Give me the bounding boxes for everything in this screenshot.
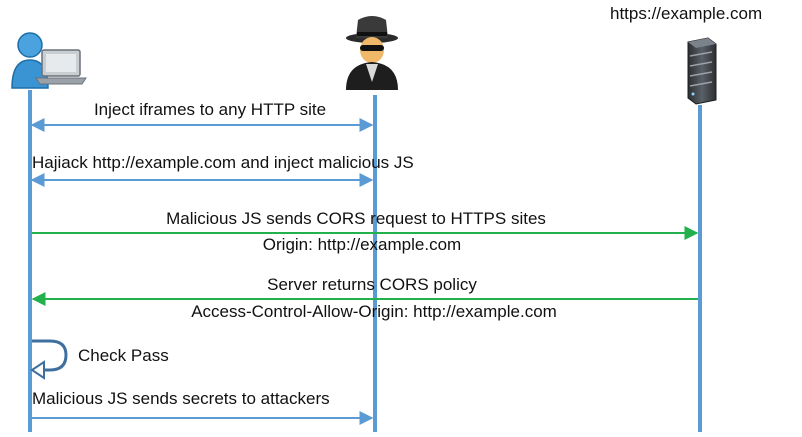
message-inject-iframes: Inject iframes to any HTTP site <box>93 100 327 119</box>
self-check-arrowhead <box>30 360 45 380</box>
message-cors-request: Malicious JS sends CORS request to HTTPS… <box>166 209 546 228</box>
user-laptop-icon <box>11 32 87 89</box>
message-cors-policy: Server returns CORS policy <box>267 275 477 294</box>
server-icon <box>687 37 717 105</box>
message-origin-header: Origin: http://example.com <box>262 235 462 254</box>
hacker-icon <box>346 16 398 90</box>
message-hijack: Hajiack http://example.com and inject ma… <box>32 153 414 172</box>
message-acao-header: Access-Control-Allow-Origin: http://exam… <box>191 302 557 321</box>
message-send-secrets: Malicious JS sends secrets to attackers <box>32 389 330 408</box>
message-check-pass: Check Pass <box>78 346 169 365</box>
server-url: https://example.com <box>610 4 763 23</box>
